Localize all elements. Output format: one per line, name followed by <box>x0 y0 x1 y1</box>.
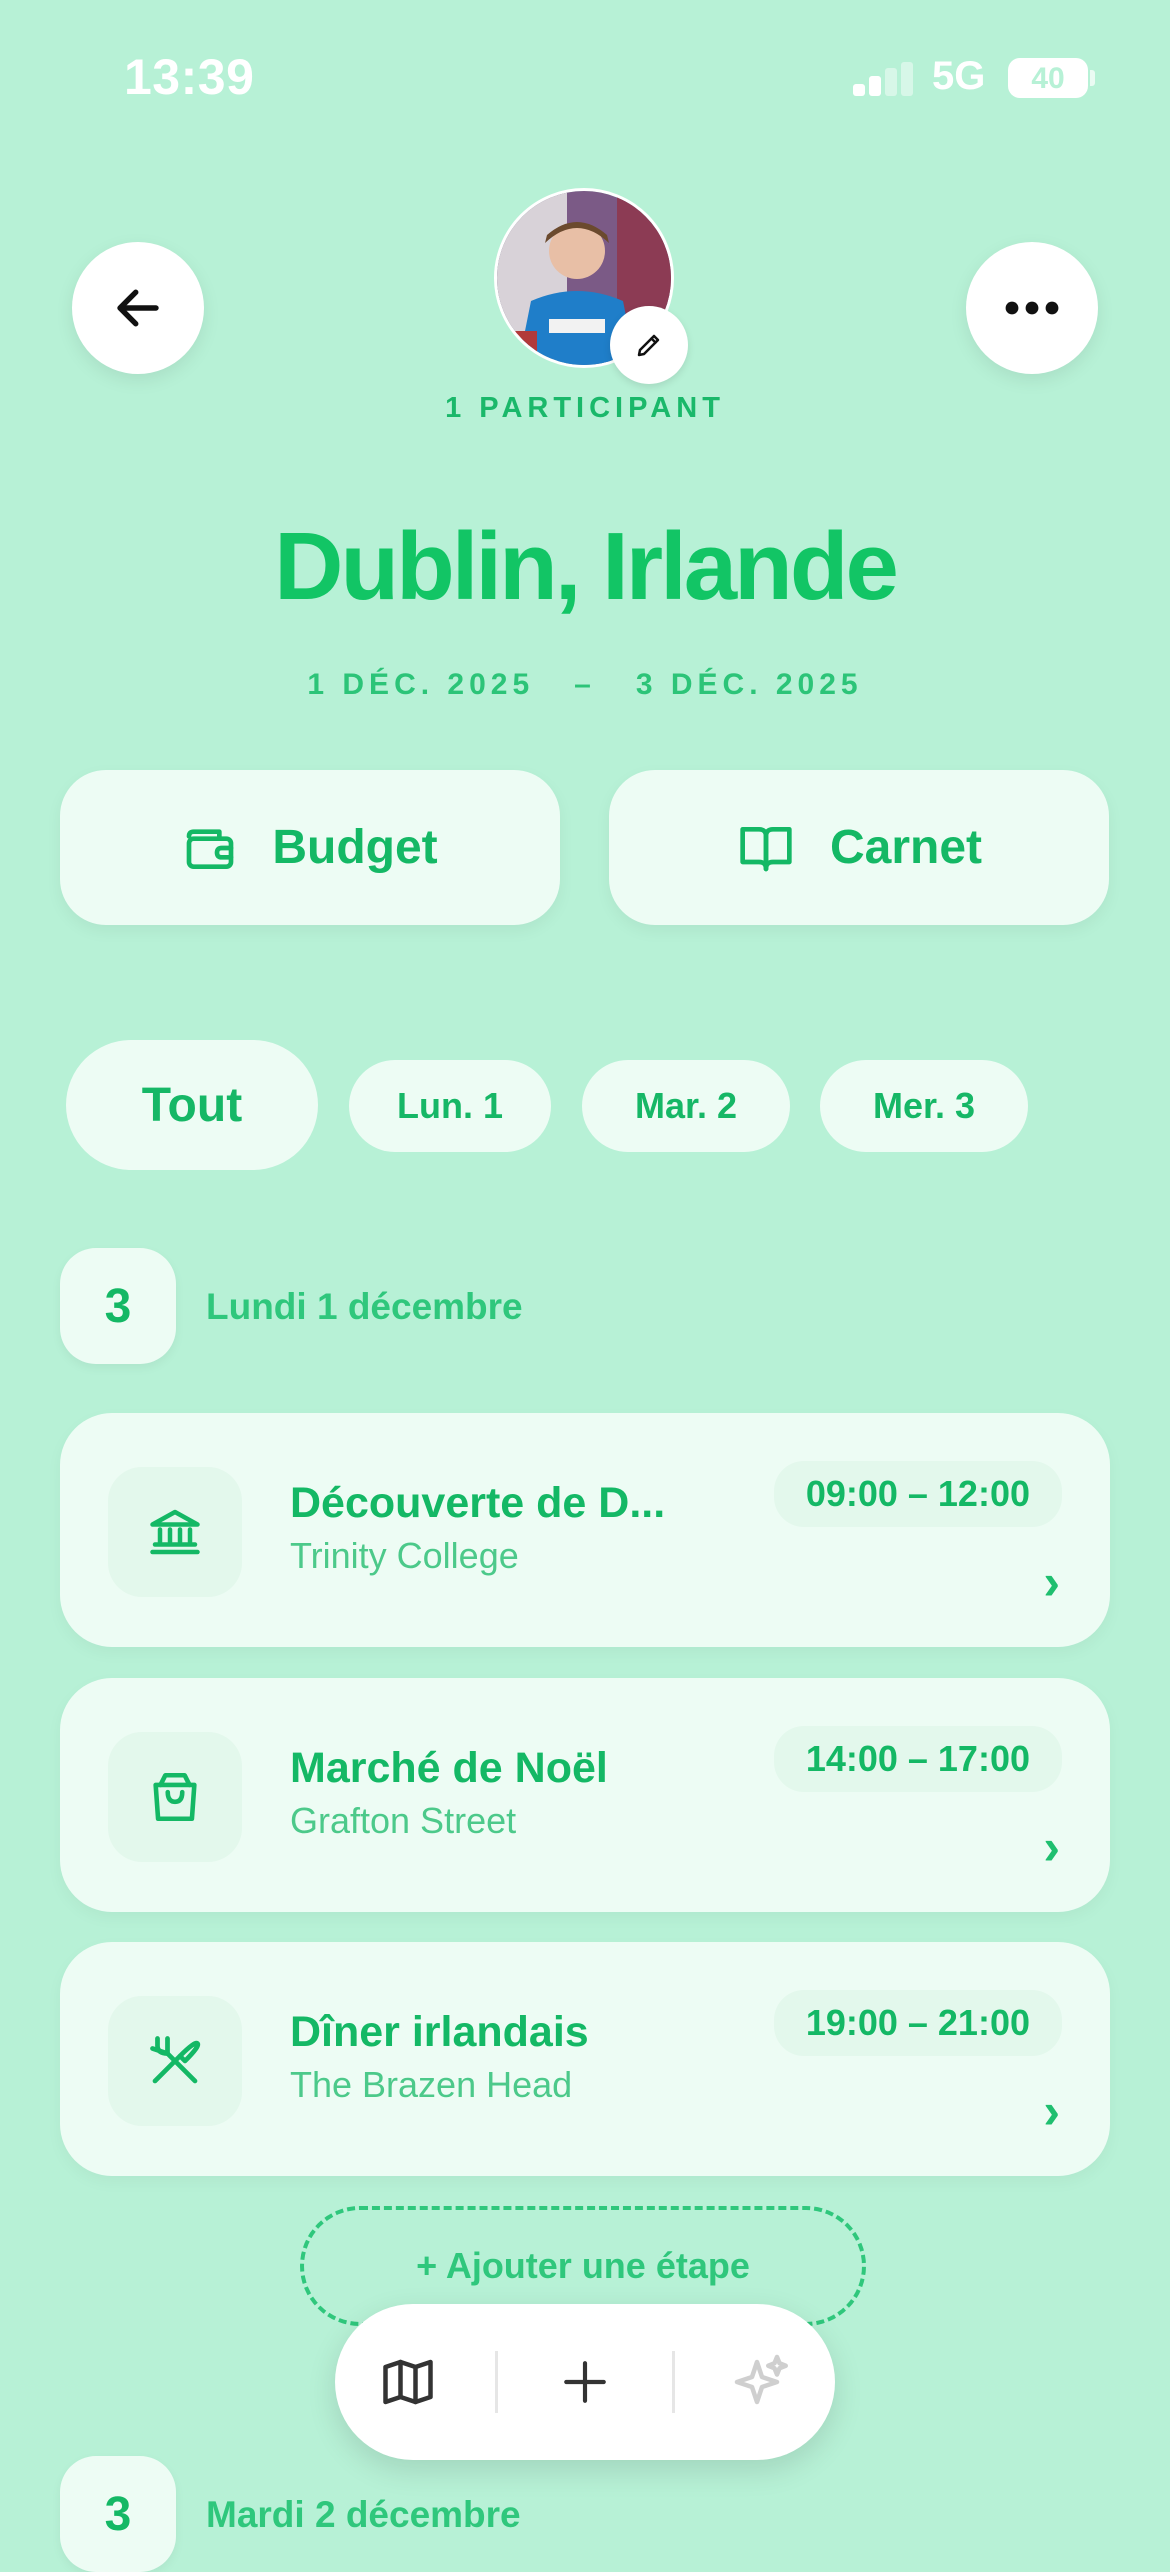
activity-title: Découverte de D... <box>290 1479 666 1527</box>
network-type: 5G <box>932 54 986 98</box>
arrow-left-icon <box>117 289 159 327</box>
day-count-badge: 3 <box>60 1248 176 1364</box>
chevron-right-icon: › <box>1043 1554 1060 1610</box>
date-separator: – <box>574 668 596 701</box>
filter-chip-tue[interactable]: Mar. 2 <box>582 1060 790 1152</box>
toolbar-divider <box>495 2351 499 2413</box>
chevron-right-icon: › <box>1043 2083 1060 2139</box>
activity-icon-box <box>108 1732 242 1862</box>
activity-card[interactable]: Dîner irlandais The Brazen Head 19:00 – … <box>60 1942 1110 2176</box>
activity-place: Trinity College <box>290 1535 519 1576</box>
activity-time: 14:00 – 17:00 <box>773 1726 1062 1792</box>
day-count-badge: 3 <box>60 2456 176 2572</box>
more-options-button[interactable] <box>966 242 1098 374</box>
activity-icon-box <box>108 1996 242 2126</box>
status-time: 13:39 <box>124 49 255 105</box>
activity-time: 09:00 – 12:00 <box>773 1461 1062 1527</box>
battery-level: 40 <box>1031 62 1065 95</box>
floating-toolbar <box>335 2304 835 2460</box>
edit-avatar-button[interactable] <box>610 306 688 384</box>
carnet-button[interactable]: Carnet <box>609 770 1109 925</box>
participants-count[interactable]: 1 PARTICIPANT <box>0 392 1170 425</box>
chevron-right-icon: › <box>1043 1819 1060 1875</box>
budget-button[interactable]: Budget <box>60 770 560 925</box>
wallet-icon <box>187 828 234 869</box>
carnet-label: Carnet <box>829 821 983 874</box>
filter-chip-wed[interactable]: Mer. 3 <box>820 1060 1028 1152</box>
map-icon <box>383 2359 434 2405</box>
sparkles-icon <box>734 2354 788 2405</box>
activity-icon-box <box>108 1467 242 1597</box>
filter-chip-mon[interactable]: Lun. 1 <box>349 1060 551 1152</box>
activity-title: Marché de Noël <box>290 1744 608 1792</box>
budget-label: Budget <box>272 821 438 874</box>
back-button[interactable] <box>72 242 204 374</box>
plus-icon <box>564 2361 606 2403</box>
book-icon <box>740 826 792 871</box>
activity-place: The Brazen Head <box>290 2064 573 2105</box>
activity-title: Dîner irlandais <box>290 2008 589 2056</box>
ai-suggest-button[interactable] <box>702 2322 822 2442</box>
end-date: 3 DÉC. 2025 <box>635 668 863 701</box>
battery-icon: 40 <box>1008 58 1088 98</box>
add-button[interactable] <box>525 2322 645 2442</box>
more-icon <box>1005 301 1059 315</box>
trip-title: Dublin, Irlande <box>274 513 899 620</box>
museum-icon <box>150 1509 200 1555</box>
pencil-icon <box>637 334 660 357</box>
activity-card[interactable]: Découverte de D... Trinity College 09:00… <box>60 1413 1110 1647</box>
day-label: Mardi 2 décembre <box>206 2494 521 2535</box>
map-button[interactable] <box>348 2322 468 2442</box>
signal-icon <box>853 62 915 96</box>
start-date: 1 DÉC. 2025 <box>307 668 535 701</box>
battery-cap <box>1090 70 1095 86</box>
activity-place: Grafton Street <box>290 1800 517 1841</box>
activity-card[interactable]: Marché de Noël Grafton Street 14:00 – 17… <box>60 1678 1110 1912</box>
filter-chip-all[interactable]: Tout <box>66 1040 318 1170</box>
toolbar-divider <box>671 2351 675 2413</box>
shopping-bag-icon <box>153 1772 197 1822</box>
activity-time: 19:00 – 21:00 <box>773 1990 1062 2056</box>
trip-dates: 1 DÉC. 2025 – 3 DÉC. 2025 <box>0 668 1170 702</box>
utensils-icon <box>150 2036 201 2084</box>
day-label: Lundi 1 décembre <box>206 1286 523 1327</box>
